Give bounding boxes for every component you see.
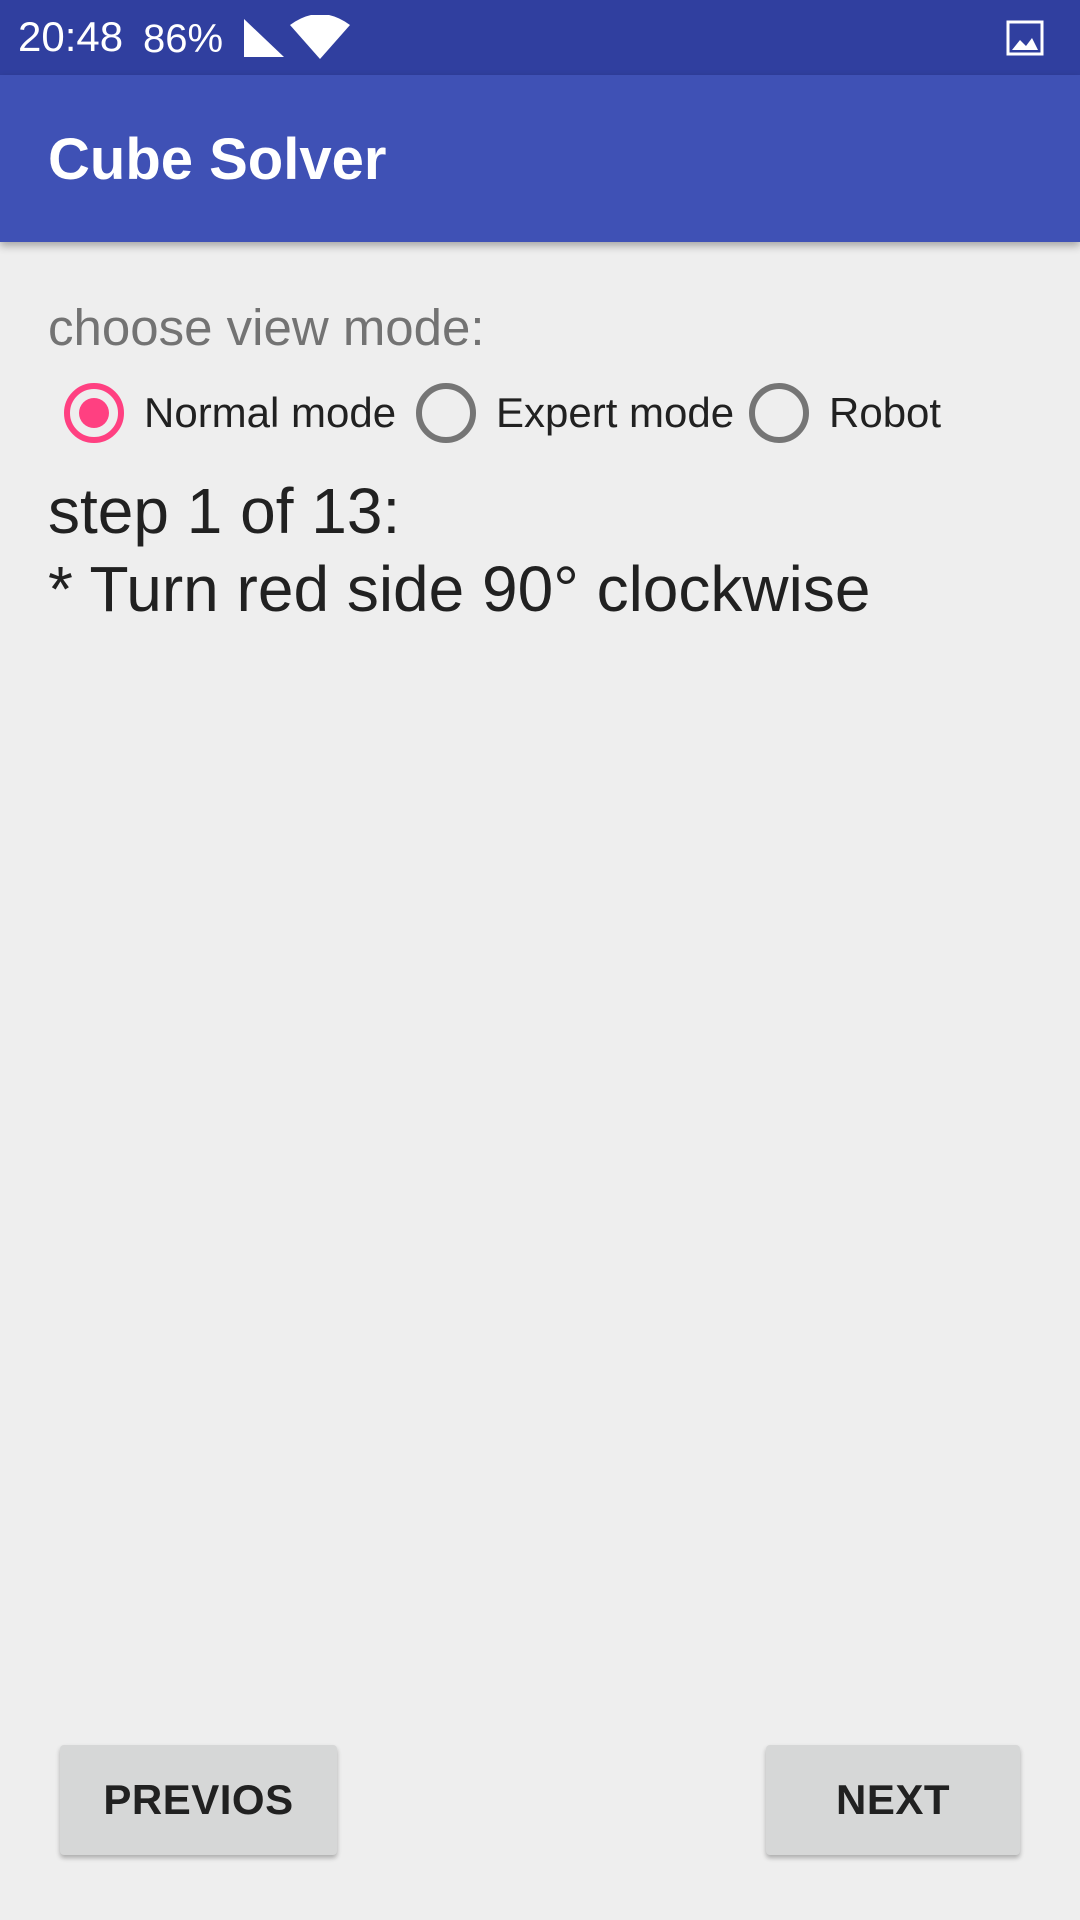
step-header: step 1 of 13: bbox=[48, 475, 401, 547]
radio-button-unchecked-icon[interactable] bbox=[749, 382, 809, 443]
radio-dot bbox=[79, 397, 109, 428]
status-time: 20:48 bbox=[18, 13, 124, 60]
view-mode-radio-group: Normal mode Expert mode Robot bbox=[0, 375, 1080, 450]
view-mode-label: choose view mode: bbox=[48, 299, 485, 356]
battery-percentage: 86% bbox=[143, 17, 224, 61]
step-info: step 1 of 13: * Turn red side 90° clockw… bbox=[48, 472, 870, 628]
radio-label-expert-mode[interactable]: Expert mode bbox=[496, 389, 734, 437]
next-button[interactable]: NEXT bbox=[766, 1745, 1020, 1855]
signal-icon bbox=[244, 19, 284, 57]
previous-button[interactable]: PREVIOS bbox=[60, 1745, 337, 1855]
screen: 20:48 86% Cube Solver choose view mode: … bbox=[0, 0, 1080, 1920]
app-bar: Cube Solver bbox=[0, 75, 1080, 242]
step-instruction: * Turn red side 90° clockwise bbox=[48, 553, 871, 625]
radio-label-robot[interactable]: Robot bbox=[829, 389, 941, 437]
radio-robot[interactable]: Robot bbox=[749, 375, 941, 450]
app-title: Cube Solver bbox=[48, 127, 387, 192]
radio-label-normal-mode[interactable]: Normal mode bbox=[144, 389, 396, 437]
radio-expert-mode[interactable]: Expert mode bbox=[416, 375, 734, 450]
wifi-icon bbox=[290, 15, 350, 59]
radio-normal-mode[interactable]: Normal mode bbox=[64, 375, 396, 450]
radio-button-checked-icon[interactable] bbox=[64, 382, 124, 443]
radio-button-unchecked-icon[interactable] bbox=[416, 382, 476, 443]
status-bar: 20:48 86% bbox=[0, 0, 1080, 75]
image-icon bbox=[1006, 20, 1044, 56]
